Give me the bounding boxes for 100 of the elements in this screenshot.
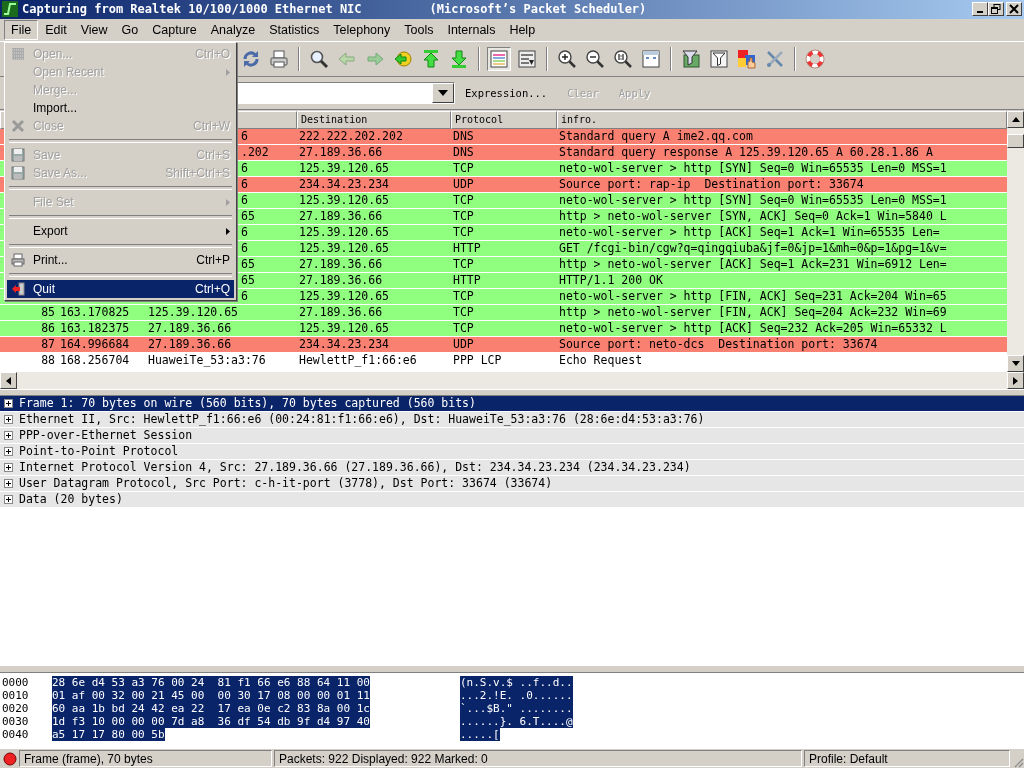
menu-bar-item[interactable]: Tools: [397, 19, 441, 40]
hex-bytes: 1d f3 10 00 00 00 7d a8 36 df 54 db 9f d4 97 40: [52, 715, 370, 729]
expand-icon[interactable]: [4, 463, 13, 472]
funnel-card-icon[interactable]: [681, 48, 701, 69]
window-subtitle: (Microsoft’s Packet Scheduler): [429, 2, 647, 17]
vertical-scrollbar[interactable]: [1007, 110, 1024, 372]
color-squares-hand-icon[interactable]: [737, 48, 757, 69]
floppy-icon: [11, 166, 25, 180]
arrow-to-bottom-icon[interactable]: [449, 48, 469, 69]
scroll-up-icon[interactable]: [1011, 116, 1020, 122]
colored-lines-toggle[interactable]: [487, 46, 511, 71]
offset-cell-text: 0020: [1, 702, 30, 716]
zoom-in-icon[interactable]: [557, 48, 577, 69]
expand-icon[interactable]: [4, 495, 13, 504]
window-title: Capturing from Realtek 10/100/1000 Ethernet NIC: [22, 2, 362, 17]
info-cell: neto-wol-server > http [SYN] Seq=0 Win=65535 Len=0 MSS=1: [559, 160, 947, 175]
offset-cell-text: 0030: [1, 715, 30, 729]
resize-grip-icon[interactable]: [1012, 756, 1024, 768]
menu-item[interactable]: Export: [7, 222, 234, 240]
protocol-cell: DNS: [453, 128, 474, 143]
expand-icon[interactable]: [4, 431, 13, 440]
ascii-text: `...$B." ........: [460, 702, 573, 716]
submenu-arrow-icon: [226, 227, 230, 235]
info-cell: Echo Request: [559, 352, 643, 367]
menu-bar-item[interactable]: View: [73, 19, 115, 40]
protocol-cell: TCP: [453, 224, 474, 239]
menu-bar-item[interactable]: Analyze: [203, 19, 263, 40]
expand-icon[interactable]: [4, 447, 13, 456]
column-header[interactable]: Destination: [297, 110, 451, 129]
app-icon: [2, 1, 18, 18]
tree-item-label: Ethernet II, Src: HewlettP_f1:66:e6 (00:24:81:f1:66:e6), Dst: HuaweiTe_53:a3:76 (28:6e:d4:53:a3:76): [19, 412, 705, 427]
destination-cell: 234.34.23.234: [299, 336, 389, 351]
search-icon[interactable]: [309, 48, 329, 69]
scroll-left-icon[interactable]: [6, 376, 11, 385]
tree-item-label: Data (20 bytes): [19, 492, 123, 507]
protocol-cell: DNS: [453, 144, 474, 159]
hex-bytes: 01 af 00 32 00 21 45 00 00 30 17 08 00 00 01 11: [52, 689, 370, 703]
funnel-icon[interactable]: [709, 48, 729, 69]
column-header[interactable]: infro.: [557, 110, 1007, 129]
menu-bar-item[interactable]: Statistics: [262, 19, 327, 40]
printer-icon[interactable]: [269, 48, 289, 69]
source-cell: 27.189.36.66: [148, 320, 232, 335]
resize-columns-icon[interactable]: [641, 48, 661, 69]
number-cell: 87: [41, 336, 55, 351]
destination-cell: 27.189.36.66: [299, 272, 383, 287]
menu-bar-item[interactable]: Edit: [38, 19, 74, 40]
destination-cell: 125.39.120.65: [299, 288, 389, 303]
destination-cell: 27.189.36.66: [299, 304, 383, 319]
protocol-cell: TCP: [453, 320, 474, 335]
info-cell: http > neto-wol-server [SYN, ACK] Seq=0 Ack=1 Win=5840 L: [559, 208, 947, 223]
offset-cell-text: 0040: [1, 728, 30, 742]
zoom-out-icon[interactable]: [585, 48, 605, 69]
ascii-text: .....[: [460, 728, 500, 742]
lifebuoy-icon[interactable]: [805, 48, 825, 69]
tree-item-label: PPP-over-Ethernet Session: [19, 428, 193, 443]
menu-item[interactable]: Import...: [7, 99, 234, 117]
info-cell: Source port: neto-dcs Destination port: 33674: [559, 336, 878, 351]
floppy-icon: [11, 148, 25, 162]
tree-item-label: Internet Protocol Version 4, Src: 27.189.36.66 (27.189.36.66), Dst: 234.34.23.234 (234.34.23.234): [19, 460, 691, 475]
status-text: Profile: Default: [804, 750, 1010, 767]
menu-item[interactable]: Quit Ctrl+Q: [7, 280, 234, 298]
menu-bar-item[interactable]: Capture: [145, 19, 204, 40]
protocol-cell: TCP: [453, 160, 474, 175]
expand-icon[interactable]: [4, 399, 13, 408]
zoom-reset-icon[interactable]: [613, 48, 633, 69]
scroll-thumb[interactable]: [1007, 133, 1024, 148]
protocol-cell: UDP: [453, 336, 474, 351]
arrow-to-top-icon[interactable]: [421, 48, 441, 69]
column-header[interactable]: Protocol: [451, 110, 557, 129]
status-circle-icon[interactable]: [3, 751, 17, 766]
filter-button[interactable]: Expression...: [455, 86, 558, 99]
horizontal-scrollbar[interactable]: [0, 372, 1024, 389]
menu-bar-item[interactable]: File: [4, 19, 39, 40]
source-cell: 65: [241, 272, 255, 287]
menu-bar-item[interactable]: Help: [502, 19, 543, 40]
menu-bar-item[interactable]: Go: [114, 19, 146, 40]
scroll-right-icon[interactable]: [1013, 376, 1018, 385]
reload-icon[interactable]: [241, 48, 261, 69]
expand-icon[interactable]: [4, 479, 13, 488]
time-cell: 163.182375: [60, 320, 130, 335]
submenu-arrow-icon: [226, 198, 230, 206]
protocol-cell: UDP: [453, 176, 474, 191]
menu-bar-item[interactable]: Telephony: [326, 19, 398, 40]
scroll-down-icon[interactable]: [1011, 361, 1020, 366]
tree-item-label: Frame 1: 70 bytes on wire (560 bits), 70 bytes captured (560 bits): [19, 396, 476, 411]
filter-field[interactable]: [236, 81, 455, 104]
hex-bytes: 28 6e d4 53 a3 76 00 24 81 f1 66 e6 88 64 11 00: [52, 676, 370, 690]
info-cell: Standard query response A 125.39.120.65 A 60.28.1.86 A: [559, 144, 933, 159]
tree-item[interactable]: Frame 1: 70 bytes on wire (560 bits), 70 bytes captured (560 bits): [0, 396, 1024, 412]
tree-item-label: User Datagram Protocol, Src Port: c-h-it-port (3778), Dst Port: 33674 (33674): [19, 476, 553, 491]
info-cell: Source port: rap-ip Destination port: 33674: [559, 176, 864, 191]
destination-cell: 27.189.36.66: [299, 256, 383, 271]
status-text: Frame (frame), 70 bytes: [19, 750, 272, 767]
protocol-cell: PPP LCP: [453, 352, 502, 367]
info-cell: GET /fcgi-bin/cgw?q=qingqiuba&jf=0&jp=1&mh=0&p=1&pg=1&v=: [559, 240, 947, 255]
expand-icon[interactable]: [4, 415, 13, 424]
menu-bar-item[interactable]: Internals: [440, 19, 503, 40]
dropdown-arrow-icon[interactable]: [438, 89, 448, 96]
hex-bytes: 60 aa 1b bd 24 42 ea 22 17 ea 0e c2 83 8a 00 1c: [52, 702, 370, 716]
destination-cell: 125.39.120.65: [299, 192, 389, 207]
